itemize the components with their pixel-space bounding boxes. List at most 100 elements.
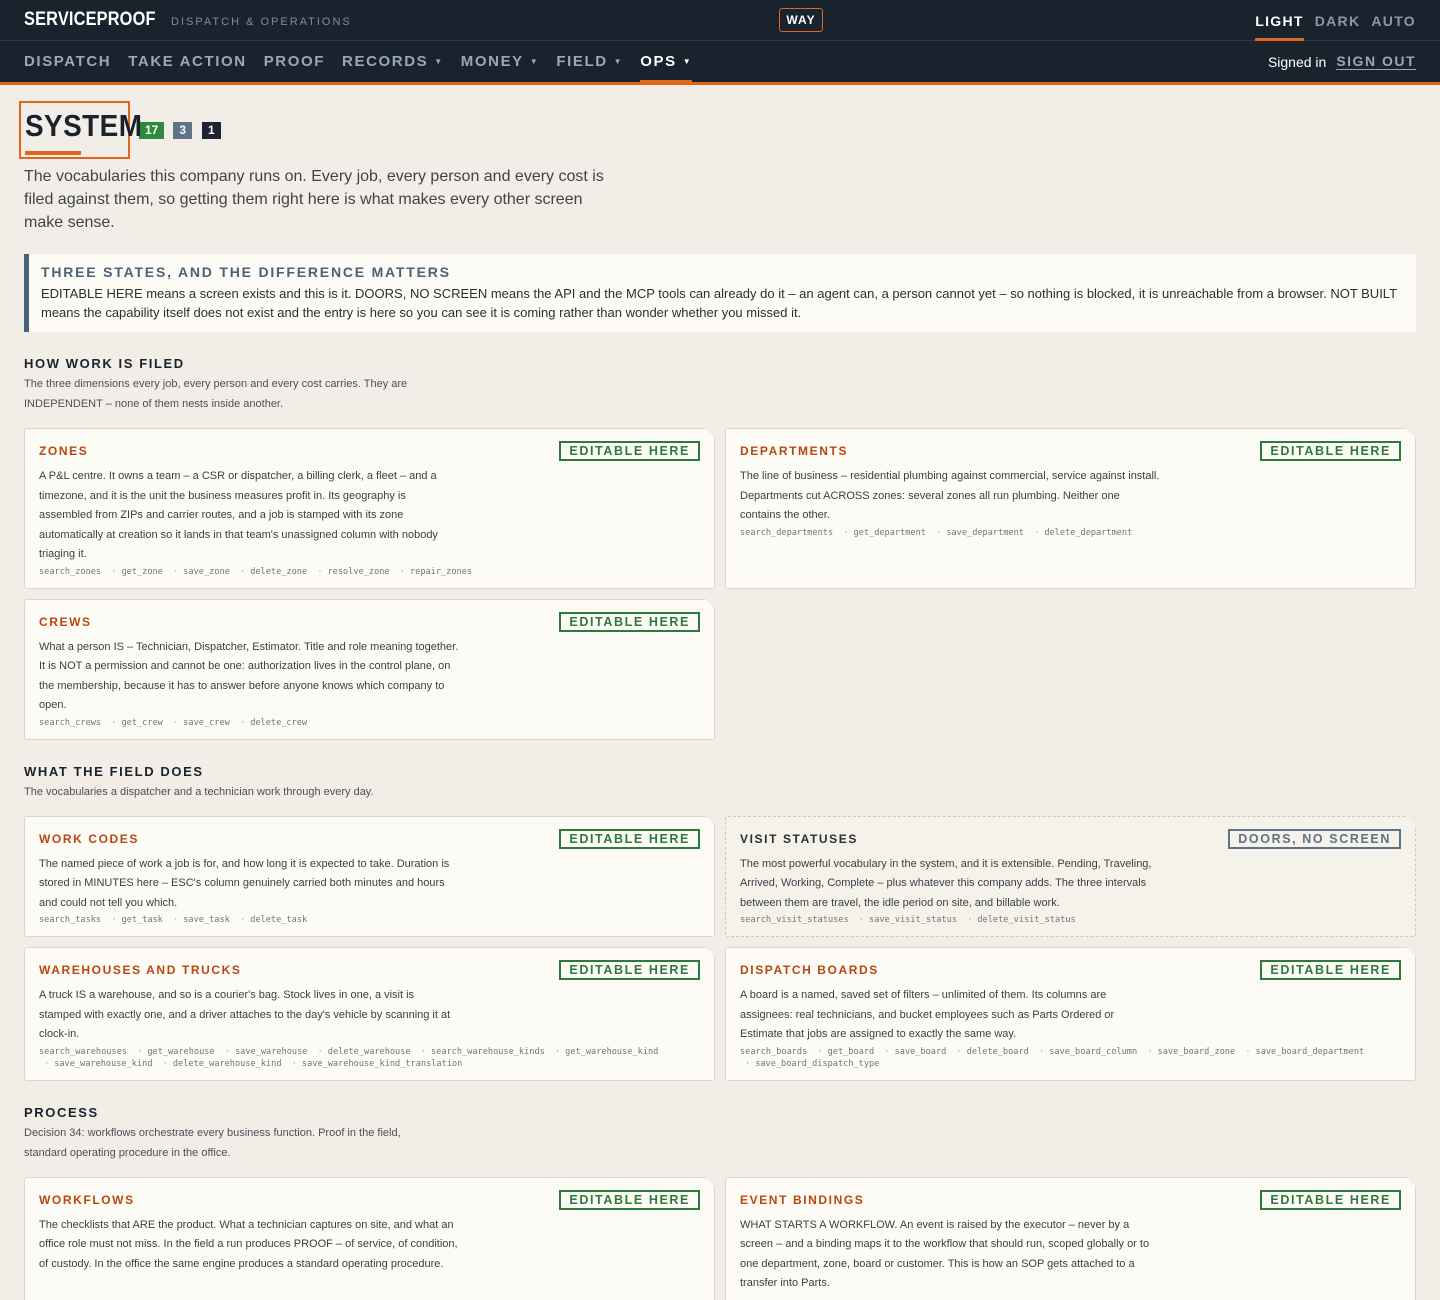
- section-title: HOW WORK IS FILED: [24, 356, 185, 371]
- tool-name: search_warehouse_kinds: [430, 1046, 545, 1057]
- nav-proof[interactable]: PROOF: [264, 41, 325, 82]
- tool-name: repair_zones: [409, 566, 473, 577]
- theme-switcher: LIGHT DARK AUTO: [1255, 0, 1416, 41]
- card-title: WAREHOUSES AND TRUCKS: [39, 963, 242, 977]
- theme-auto-option[interactable]: AUTO: [1371, 0, 1416, 41]
- tool-separator: ·: [173, 566, 179, 577]
- card-header: WORK CODES EDITABLE HERE: [39, 828, 700, 849]
- theme-light-option[interactable]: LIGHT: [1255, 0, 1304, 41]
- card-header: ZONES EDITABLE HERE: [39, 441, 700, 461]
- tool-separator: ·: [817, 1046, 823, 1057]
- capability-card[interactable]: WORK CODES EDITABLE HERE The named piece o…: [24, 815, 715, 937]
- tool-name: save_warehouse: [234, 1046, 308, 1057]
- capability-card[interactable]: CREWS EDITABLE HERE What a person IS – Tec…: [24, 598, 715, 740]
- status-badge: EDITABLE HERE: [1260, 960, 1401, 980]
- sections-container: HOW WORK IS FILED The three dimensions ev…: [24, 356, 1416, 1300]
- status-badge: EDITABLE HERE: [559, 828, 700, 849]
- card-description: The most powerful vocabulary in the syst…: [740, 857, 1152, 909]
- tool-name: delete_warehouse_kind: [172, 1058, 282, 1069]
- brand-logo[interactable]: SERVICEPROOF: [24, 9, 156, 31]
- card-title: CREWS: [39, 614, 92, 629]
- capability-card[interactable]: DISPATCH BOARDS EDITABLE HERE A board is a…: [725, 947, 1416, 1081]
- way-button[interactable]: WAY: [779, 8, 823, 32]
- tool-name: save_warehouse_kind: [54, 1058, 153, 1069]
- signed-in-label: Signed in: [1267, 53, 1327, 70]
- tool-separator: ·: [420, 1046, 426, 1057]
- nav-label: OPS: [640, 53, 677, 70]
- not-built-count-badge: 1: [202, 121, 221, 139]
- status-badge: DOORS, NO SCREEN: [1228, 828, 1401, 849]
- tool-name: search_tasks: [39, 915, 102, 925]
- tool-name: get_warehouse_kind: [565, 1046, 659, 1057]
- tool-separator: ·: [936, 527, 942, 538]
- tool-separator: ·: [745, 1058, 751, 1069]
- tool-separator: ·: [111, 717, 117, 728]
- tool-name: get_department: [853, 527, 926, 538]
- tool-name: delete_crew: [250, 717, 308, 728]
- nav-dispatch[interactable]: DISPATCH: [24, 41, 111, 82]
- tool-separator: ·: [317, 566, 323, 577]
- tool-name: save_department: [946, 527, 1024, 538]
- capability-card[interactable]: WORKFLOWS EDITABLE HERE The checklists tha…: [24, 1176, 715, 1300]
- section-description: Decision 34: workflows orchestrate every…: [24, 1126, 401, 1159]
- nav-label: MONEY: [460, 53, 524, 70]
- nav-field[interactable]: FIELD ▼: [556, 41, 623, 82]
- tool-name: delete_board: [966, 1046, 1029, 1057]
- tool-separator: ·: [956, 1046, 962, 1057]
- section: HOW WORK IS FILED The three dimensions ev…: [24, 356, 1416, 740]
- page-header: SYSTEM 17 3 1: [19, 101, 1416, 159]
- tool-separator: ·: [224, 1046, 230, 1057]
- tool-name: get_board: [827, 1046, 875, 1057]
- sign-out-link[interactable]: SIGN OUT: [1336, 53, 1416, 70]
- card-header: EVENT BINDINGS EDITABLE HERE: [740, 1189, 1401, 1210]
- nav-label: DISPATCH: [24, 53, 112, 70]
- card-description: What a person IS – Technician, Dispatche…: [39, 640, 459, 712]
- card-grid: WORKFLOWS EDITABLE HERE The checklists tha…: [24, 1176, 1416, 1300]
- top-bar: SERVICEPROOF DISPATCH & OPERATIONS WAY L…: [0, 0, 1440, 41]
- capability-card[interactable]: DEPARTMENTS EDITABLE HERE The line of busi…: [725, 428, 1416, 589]
- capability-card[interactable]: WAREHOUSES AND TRUCKS EDITABLE HERE A truc…: [24, 947, 715, 1081]
- nav-label: TAKE ACTION: [128, 53, 247, 70]
- section: PROCESS Decision 34: workflows orchestrat…: [24, 1105, 1416, 1300]
- tool-name: search_zones: [39, 566, 102, 577]
- tool-name: search_visit_statuses: [740, 915, 849, 925]
- nav-ops[interactable]: OPS ▼: [640, 41, 693, 85]
- editable-count-badge: 17: [139, 121, 165, 139]
- capability-card[interactable]: VISIT STATUSES DOORS, NO SCREEN The most p…: [725, 815, 1416, 937]
- tool-name: save_board_department: [1255, 1046, 1365, 1057]
- card-title: DEPARTMENTS: [740, 444, 849, 458]
- nav-records[interactable]: RECORDS ▼: [342, 41, 444, 82]
- nav-take-action[interactable]: TAKE ACTION: [128, 41, 246, 82]
- caret-down-icon: ▼: [682, 57, 693, 66]
- tool-name: search_warehouses: [39, 1046, 127, 1057]
- tool-list: search_zones · get_zone · save_zone · delet…: [39, 566, 700, 578]
- brand-subtitle: DISPATCH & OPERATIONS: [171, 15, 352, 28]
- tool-name: delete_warehouse: [327, 1046, 411, 1057]
- tool-separator: ·: [240, 717, 246, 728]
- tool-name: delete_task: [250, 915, 308, 925]
- callout-text: EDITABLE HERE means a screen exists and …: [41, 286, 1397, 320]
- capability-card[interactable]: ZONES EDITABLE HERE A P&L centre. It owns …: [24, 428, 715, 589]
- tool-separator: ·: [111, 915, 117, 925]
- tool-name: resolve_zone: [327, 566, 390, 577]
- nav-label: PROOF: [263, 53, 326, 70]
- card-header: DEPARTMENTS EDITABLE HERE: [740, 441, 1401, 461]
- status-badge: EDITABLE HERE: [1260, 1189, 1401, 1210]
- card-title: DISPATCH BOARDS: [740, 963, 879, 977]
- tool-name: get_crew: [121, 717, 163, 728]
- tool-separator: ·: [173, 915, 179, 925]
- caret-down-icon: ▼: [434, 57, 444, 66]
- status-badge: EDITABLE HERE: [1260, 441, 1401, 461]
- callout-title: THREE STATES, AND THE DIFFERENCE MATTERS: [41, 264, 451, 280]
- tool-separator: ·: [1147, 1046, 1153, 1057]
- section-title: PROCESS: [24, 1104, 99, 1120]
- tool-name: get_task: [121, 915, 163, 925]
- nav-money[interactable]: MONEY ▼: [461, 41, 540, 82]
- tool-separator: ·: [291, 1058, 297, 1069]
- tool-separator: ·: [162, 1058, 168, 1069]
- card-description: A P&L centre. It owns a team – a CSR or …: [39, 470, 438, 560]
- theme-dark-option[interactable]: DARK: [1315, 0, 1361, 41]
- nav-label: RECORDS: [342, 53, 429, 70]
- capability-card[interactable]: EVENT BINDINGS EDITABLE HERE WHAT STARTS A…: [725, 1176, 1416, 1300]
- tool-list: search_boards · get_board · save_board · de…: [740, 1046, 1401, 1070]
